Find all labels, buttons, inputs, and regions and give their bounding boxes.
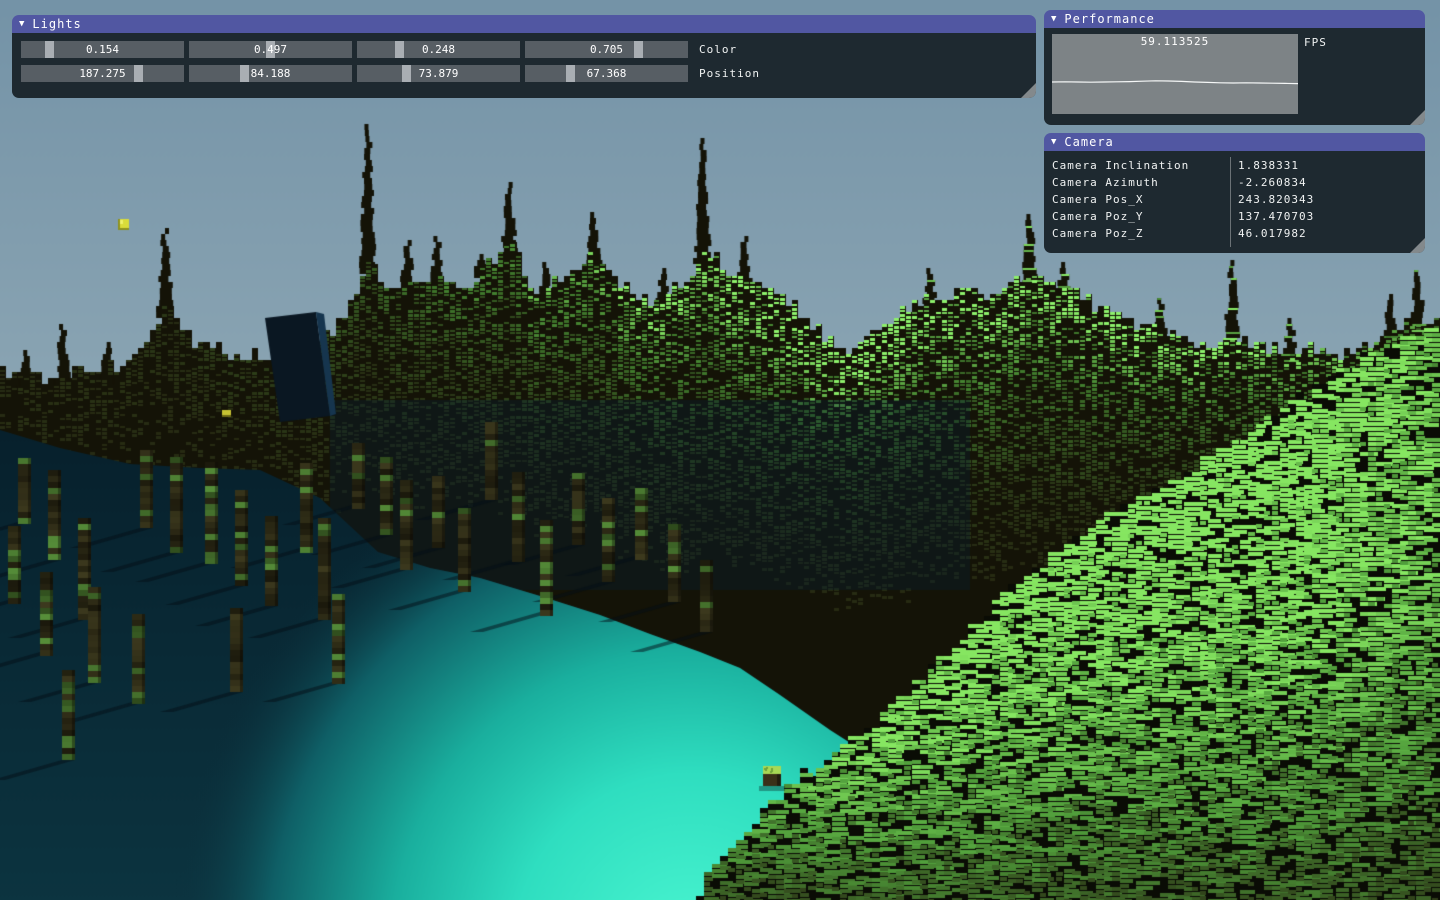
light-position-slider-3[interactable]: 73.879: [357, 65, 520, 82]
camera-inclination-value: 1.838331: [1238, 158, 1299, 175]
resize-grip-icon[interactable]: [1410, 238, 1425, 253]
slider-value: 0.497: [189, 41, 352, 58]
lights-panel-body: 0.154 0.497 0.248 0.705 Color: [12, 33, 1036, 98]
light-position-slider-2[interactable]: 84.188: [189, 65, 352, 82]
camera-pos-y-label: Camera Poz_Y: [1052, 209, 1143, 226]
camera-panel-body: Camera Inclination 1.838331 Camera Azimu…: [1044, 151, 1425, 253]
app-window: ▼ Lights 0.154 0.497 0.248 0.7: [0, 0, 1440, 900]
column-divider: [1230, 157, 1231, 247]
camera-inclination-label: Camera Inclination: [1052, 158, 1189, 175]
fps-graph-line: [1052, 81, 1298, 84]
fps-current-value: 59.113525: [1052, 35, 1298, 48]
slider-value: 0.705: [525, 41, 688, 58]
camera-pos-y-value: 137.470703: [1238, 209, 1314, 226]
lights-panel-titlebar[interactable]: ▼ Lights: [12, 15, 1036, 33]
camera-azimuth-label: Camera Azimuth: [1052, 175, 1159, 192]
light-color-slider-4[interactable]: 0.705: [525, 41, 688, 58]
light-color-slider-2[interactable]: 0.497: [189, 41, 352, 58]
performance-panel-title: Performance: [1064, 12, 1154, 26]
slider-value: 0.154: [21, 41, 184, 58]
camera-panel: ▼ Camera Camera Inclination 1.838331 Cam…: [1044, 133, 1425, 253]
performance-panel-body: 59.113525 FPS: [1044, 28, 1425, 125]
light-color-slider-1[interactable]: 0.154: [21, 41, 184, 58]
camera-pos-z-label: Camera Poz_Z: [1052, 226, 1143, 243]
camera-azimuth-value: -2.260834: [1238, 175, 1307, 192]
camera-panel-titlebar[interactable]: ▼ Camera: [1044, 133, 1425, 151]
performance-panel: ▼ Performance 59.113525 FPS: [1044, 10, 1425, 125]
collapse-triangle-icon[interactable]: ▼: [1051, 10, 1057, 28]
camera-pos-x-value: 243.820343: [1238, 192, 1314, 209]
lights-panel-title: Lights: [32, 17, 81, 31]
lights-panel: ▼ Lights 0.154 0.497 0.248 0.7: [12, 15, 1036, 98]
lights-color-row: 0.154 0.497 0.248 0.705 Color: [21, 41, 737, 58]
camera-pos-z-value: 46.017982: [1238, 226, 1307, 243]
slider-value: 67.368: [525, 65, 688, 82]
collapse-triangle-icon[interactable]: ▼: [1051, 133, 1057, 151]
slider-value: 73.879: [357, 65, 520, 82]
performance-panel-titlebar[interactable]: ▼ Performance: [1044, 10, 1425, 28]
resize-grip-icon[interactable]: [1410, 110, 1425, 125]
slider-value: 0.248: [357, 41, 520, 58]
fps-label: FPS: [1304, 36, 1327, 49]
color-row-label: Color: [699, 43, 737, 56]
camera-panel-title: Camera: [1064, 135, 1113, 149]
slider-value: 84.188: [189, 65, 352, 82]
camera-pos-x-label: Camera Pos_X: [1052, 192, 1143, 209]
fps-graph: 59.113525: [1052, 34, 1298, 114]
light-color-slider-3[interactable]: 0.248: [357, 41, 520, 58]
collapse-triangle-icon[interactable]: ▼: [19, 15, 25, 33]
light-position-slider-1[interactable]: 187.275: [21, 65, 184, 82]
slider-value: 187.275: [21, 65, 184, 82]
position-row-label: Position: [699, 67, 760, 80]
light-position-slider-4[interactable]: 67.368: [525, 65, 688, 82]
lights-position-row: 187.275 84.188 73.879 67.368 Position: [21, 65, 760, 82]
resize-grip-icon[interactable]: [1021, 83, 1036, 98]
